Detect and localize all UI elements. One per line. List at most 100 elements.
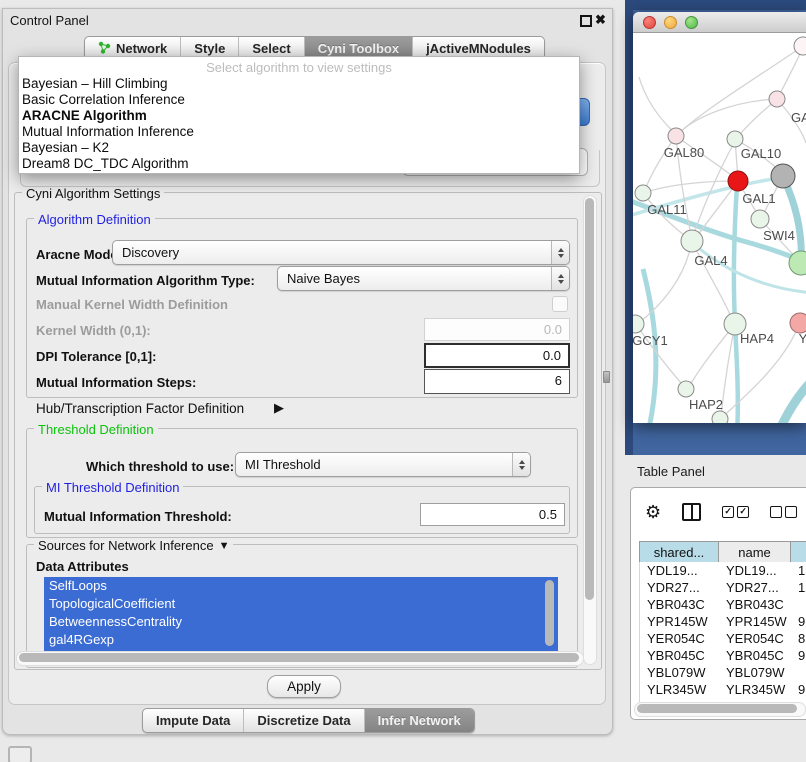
- network-node-y[interactable]: [790, 313, 806, 333]
- column-header-name[interactable]: name: [719, 542, 791, 563]
- desktop-shadow-left: [625, 0, 633, 455]
- table-cell[interactable]: YDL19...: [719, 562, 791, 579]
- table-cell[interactable]: YBR043C: [640, 596, 719, 613]
- network-window-titlebar[interactable]: [633, 12, 806, 33]
- columns-icon[interactable]: [682, 503, 701, 521]
- table-cell[interactable]: [791, 596, 806, 613]
- mi-type-value: Naive Bayes: [287, 271, 360, 286]
- mi-steps-field[interactable]: 6: [424, 369, 570, 394]
- table-cell[interactable]: YBL079W: [719, 664, 791, 681]
- algorithm-definition-title: Algorithm Definition: [34, 212, 155, 227]
- column-header-shared[interactable]: shared...: [640, 542, 719, 563]
- kernel-width-field[interactable]: 0.0: [424, 318, 570, 341]
- column-header-col2[interactable]: [791, 542, 806, 563]
- node-label-gal1: GAL1: [742, 191, 775, 206]
- hub-definition-label[interactable]: Hub/Transcription Factor Definition: [36, 401, 244, 416]
- data-attribute-topologicalcoefficient[interactable]: TopologicalCoefficient: [44, 595, 558, 613]
- table-cell[interactable]: YER054C: [640, 630, 719, 647]
- table-row[interactable]: YDR27...YDR27...12: [640, 579, 806, 596]
- minimize-light[interactable]: [664, 16, 677, 29]
- settings-hscrollbar-thumb[interactable]: [19, 653, 579, 662]
- network-node-gal10[interactable]: [771, 164, 795, 188]
- which-threshold-select[interactable]: MI Threshold: [235, 452, 531, 477]
- table-row[interactable]: YDL19...YDL19...13: [640, 562, 806, 579]
- table-cell[interactable]: YLR345W: [719, 681, 791, 698]
- table-cell[interactable]: YDL19...: [640, 562, 719, 579]
- network-node-unlabeled[interactable]: [727, 131, 743, 147]
- network-node-gal1[interactable]: [751, 210, 769, 228]
- settings-scrollbar-thumb[interactable]: [585, 198, 594, 600]
- network-node-hap2[interactable]: [678, 381, 694, 397]
- splitter-handle[interactable]: [603, 371, 610, 383]
- network-node-gcy1[interactable]: [633, 315, 644, 333]
- mi-steps-label: Mutual Information Steps:: [36, 375, 196, 390]
- close-panel-icon[interactable]: ✖: [595, 13, 606, 26]
- network-node-unlabeled[interactable]: [728, 171, 748, 191]
- table-cell[interactable]: YPR145W: [640, 613, 719, 630]
- table-cell[interactable]: [791, 664, 806, 681]
- gear-icon[interactable]: ⚙: [645, 503, 661, 521]
- network-node-gal11[interactable]: [635, 185, 651, 201]
- table-row[interactable]: YBL079WYBL079W: [640, 664, 806, 681]
- table-cell[interactable]: 8.: [791, 630, 806, 647]
- table-cell[interactable]: YBR045C: [719, 647, 791, 664]
- table-row[interactable]: YBR045CYBR045C9.: [640, 647, 806, 664]
- table-cell[interactable]: YER054C: [719, 630, 791, 647]
- data-attribute-selfloops[interactable]: SelfLoops: [44, 577, 558, 595]
- table-cell[interactable]: YBR043C: [719, 596, 791, 613]
- table-row[interactable]: YLR345WYLR345W9.: [640, 681, 806, 698]
- tab-discretize-data[interactable]: Discretize Data: [243, 709, 363, 732]
- table-row[interactable]: YER054CYER054C8.: [640, 630, 806, 647]
- algorithm-option-dream8-dc-tdc-algorithm[interactable]: Dream8 DC_TDC Algorithm: [19, 156, 579, 172]
- table-cell[interactable]: 12: [791, 579, 806, 596]
- dpi-tolerance-field[interactable]: 0.0: [424, 343, 570, 368]
- tab-impute-data[interactable]: Impute Data: [143, 709, 243, 732]
- checked-pair-icon[interactable]: ✓✓: [722, 506, 749, 518]
- table-panel-title: Table Panel: [637, 464, 705, 479]
- collapsed-panel-button[interactable]: [8, 746, 32, 762]
- network-node-unlabeled[interactable]: [712, 411, 728, 423]
- float-panel-icon[interactable]: [580, 15, 592, 27]
- table-cell[interactable]: 9.: [791, 681, 806, 698]
- mi-type-select[interactable]: Naive Bayes: [277, 266, 570, 291]
- manual-kernel-checkbox[interactable]: [552, 296, 568, 312]
- algorithm-option-basic-correlation-inference[interactable]: Basic Correlation Inference: [19, 92, 579, 108]
- tab-infer-network[interactable]: Infer Network: [364, 709, 474, 732]
- zoom-light[interactable]: [685, 16, 698, 29]
- algorithm-option-aracne-algorithm[interactable]: ARACNE Algorithm: [19, 108, 579, 124]
- table-row[interactable]: YBR043CYBR043C: [640, 596, 806, 613]
- table-cell[interactable]: YLR345W: [640, 681, 719, 698]
- network-node-gal4[interactable]: [681, 230, 703, 252]
- network-node-gal[interactable]: [769, 91, 785, 107]
- expand-arrow-icon[interactable]: ▶: [274, 400, 284, 416]
- algorithm-option-mutual-information-inference[interactable]: Mutual Information Inference: [19, 124, 579, 140]
- network-node-unlabeled[interactable]: [794, 37, 806, 55]
- close-light[interactable]: [643, 16, 656, 29]
- algorithm-option-bayesian-k2[interactable]: Bayesian – K2: [19, 140, 579, 156]
- aracne-mode-select[interactable]: Discovery: [112, 240, 570, 265]
- data-attribute-gal4rgexp[interactable]: gal4RGexp: [44, 631, 558, 649]
- table-cell[interactable]: YBR045C: [640, 647, 719, 664]
- algorithm-option-bayesian-hill-climbing[interactable]: Bayesian – Hill Climbing: [19, 76, 579, 92]
- table-cell[interactable]: YPR145W: [719, 613, 791, 630]
- data-attributes-list[interactable]: SelfLoopsTopologicalCoefficientBetweenne…: [44, 577, 558, 651]
- data-attribute-betweennesscentrality[interactable]: BetweennessCentrality: [44, 613, 558, 631]
- table-cell[interactable]: YDR27...: [640, 579, 719, 596]
- screen: Control Panel ✖ NetworkStyleSelectCyni T…: [0, 0, 806, 762]
- table-cell[interactable]: 9.: [791, 647, 806, 664]
- table-cell[interactable]: 9.: [791, 613, 806, 630]
- tab-label: Style: [194, 41, 225, 56]
- table-hscrollbar-thumb[interactable]: [637, 704, 797, 713]
- manual-kernel-label: Manual Kernel Width Definition: [36, 297, 228, 312]
- collapse-arrow-icon[interactable]: ▼: [219, 540, 230, 552]
- apply-button[interactable]: Apply: [267, 675, 341, 698]
- unchecked-pair-icon[interactable]: [770, 506, 797, 518]
- table-row[interactable]: YPR145WYPR145W9.: [640, 613, 806, 630]
- attributes-scrollbar-thumb[interactable]: [545, 580, 554, 646]
- network-canvas[interactable]: GALGAL80GAL10GAL1GAL11GAL4SWI4GCY1HAP4YH…: [633, 33, 806, 423]
- table-cell[interactable]: YDR27...: [719, 579, 791, 596]
- network-node-gal80[interactable]: [668, 128, 684, 144]
- mi-threshold-field[interactable]: 0.5: [420, 503, 565, 526]
- table-cell[interactable]: YBL079W: [640, 664, 719, 681]
- table-cell[interactable]: 13: [791, 562, 806, 579]
